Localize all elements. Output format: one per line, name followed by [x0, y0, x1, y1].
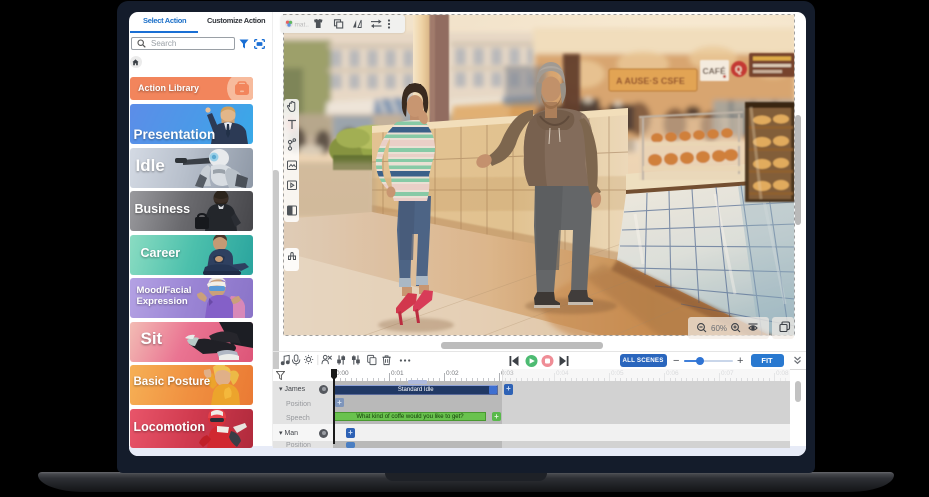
svg-text:mat..: mat..: [295, 22, 310, 29]
svg-text:60%: 60%: [711, 324, 727, 333]
